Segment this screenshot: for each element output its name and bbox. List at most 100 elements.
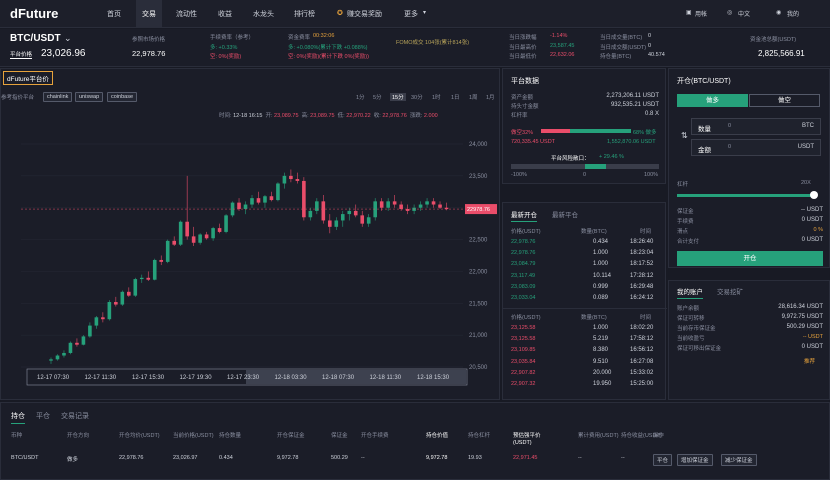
nav-rewards[interactable]: 赚交易奖励 bbox=[347, 9, 382, 19]
nav-home[interactable]: 首页 bbox=[107, 9, 121, 19]
nav-trade[interactable]: 交易 bbox=[142, 9, 156, 19]
interval-0[interactable]: 1分 bbox=[356, 93, 365, 101]
interval-6[interactable]: 1周 bbox=[469, 93, 478, 101]
amt-value: 0 bbox=[648, 43, 652, 49]
position-header: 操作 bbox=[653, 433, 665, 439]
platform-row-label: 杠杆率 bbox=[511, 113, 528, 119]
tab-history[interactable]: 交易记录 bbox=[61, 411, 89, 421]
candlestick-chart[interactable]: 24,00023,50023,00022,50022,00021,50021,0… bbox=[1, 119, 499, 399]
position-header: 币种 bbox=[11, 433, 23, 439]
nav-liquidity[interactable]: 流动性 bbox=[176, 9, 197, 19]
hdr-time: 时间 bbox=[640, 315, 652, 321]
candle-body bbox=[308, 210, 313, 218]
account-row-label: 账户余额 bbox=[677, 306, 700, 312]
candle-body bbox=[431, 201, 436, 205]
candle-body bbox=[191, 236, 196, 243]
platform-row: 杠杆率 0.8 X bbox=[503, 111, 667, 122]
trade-qty: 1.000 bbox=[593, 325, 609, 331]
source-uniswap[interactable]: uniswap bbox=[75, 92, 104, 102]
account-row-value: 500.29 USDT bbox=[786, 324, 823, 330]
tab-latest-close[interactable]: 最新平仓 bbox=[552, 209, 578, 219]
candle-body bbox=[178, 221, 183, 245]
change-value: -1.14% bbox=[550, 33, 568, 39]
order-info-row: 合计支付 0 USDT bbox=[669, 237, 830, 248]
short-label: 做空32% bbox=[511, 128, 533, 136]
hdr-price: 价格(USDT) bbox=[511, 229, 541, 235]
candle-body bbox=[204, 234, 209, 239]
leverage-slider[interactable] bbox=[677, 194, 817, 197]
reduce-margin-button[interactable]: 减少保证金 bbox=[721, 454, 757, 466]
candle-body bbox=[139, 277, 144, 280]
add-margin-button[interactable]: 增加保证金 bbox=[677, 454, 713, 466]
chevron-down-icon[interactable]: ⌄ bbox=[64, 33, 72, 44]
candle-body bbox=[269, 196, 274, 201]
candle-body bbox=[302, 180, 306, 218]
nav-apply[interactable]: 用帐 bbox=[695, 9, 707, 18]
nav-lang[interactable]: 中文 bbox=[738, 9, 750, 18]
candle-body bbox=[75, 342, 79, 345]
hdr-qty: 数量(BTC) bbox=[581, 315, 607, 321]
swap-icon[interactable]: ⇅ bbox=[681, 131, 688, 140]
amount-input[interactable]: 金额 0 USDT bbox=[691, 139, 821, 156]
candle-body bbox=[328, 220, 332, 227]
nav-faucet[interactable]: 水龙头 bbox=[253, 9, 274, 19]
chart-tab[interactable]: dFuture平台价 bbox=[3, 71, 53, 85]
hdr-time: 时间 bbox=[640, 229, 652, 235]
tab-my-account[interactable]: 我的账户 bbox=[677, 286, 703, 299]
interval-7[interactable]: 1月 bbox=[486, 93, 495, 101]
candle-body bbox=[379, 201, 384, 208]
ratio-bar bbox=[541, 129, 631, 133]
interval-2[interactable]: 15分 bbox=[390, 93, 406, 101]
nav-rank[interactable]: 排行榜 bbox=[294, 9, 315, 19]
leverage-value: 20X bbox=[801, 180, 811, 186]
source-chainlink[interactable]: chainlink bbox=[43, 92, 73, 102]
qty-input[interactable]: 数量 0 BTC bbox=[691, 118, 821, 135]
platform-row-value: 0.8 X bbox=[644, 111, 659, 117]
trade-row: 22,907.32 19.950 15:25:00 bbox=[503, 381, 667, 392]
candle-body bbox=[340, 214, 345, 221]
leverage-label: 杠杆 bbox=[677, 182, 689, 188]
nav-account[interactable]: 我的 bbox=[787, 9, 799, 18]
candle-body bbox=[360, 215, 365, 224]
interval-5[interactable]: 1日 bbox=[451, 93, 460, 101]
logo[interactable]: dFuture bbox=[10, 6, 58, 21]
open-position-button[interactable]: 开仓 bbox=[677, 251, 823, 266]
tab-mining[interactable]: 交易挖矿 bbox=[717, 286, 743, 296]
candle-body bbox=[256, 198, 261, 203]
y-tick: 23,500 bbox=[469, 174, 488, 180]
x-tick: 12-18 11:30 bbox=[370, 375, 402, 381]
tab-latest-open[interactable]: 最新开仓 bbox=[511, 209, 537, 222]
nav-more[interactable]: 更多 bbox=[404, 9, 418, 19]
amount-value[interactable]: 0 bbox=[728, 144, 731, 150]
leverage-handle[interactable] bbox=[810, 191, 819, 199]
interval-4[interactable]: 1时 bbox=[432, 93, 441, 101]
divider bbox=[503, 308, 667, 309]
tab-closed[interactable]: 平仓 bbox=[36, 411, 50, 421]
sell-tab[interactable]: 做空 bbox=[749, 94, 820, 107]
tab-positions[interactable]: 持仓 bbox=[11, 411, 25, 424]
trade-time: 16:24:12 bbox=[630, 295, 654, 301]
trade-qty: 0.434 bbox=[593, 239, 609, 245]
position-row[interactable]: BTC/USDT 做多 22,978.76 23,026.97 0.434 9,972.7… bbox=[1, 455, 641, 465]
risk-tick-min: -100% bbox=[511, 172, 527, 178]
candle-body bbox=[159, 259, 164, 262]
source-coinbase[interactable]: coinbase bbox=[107, 92, 138, 102]
pair-name[interactable]: BTC/USDT bbox=[10, 33, 61, 44]
nav-earn[interactable]: 收益 bbox=[218, 9, 232, 19]
close-position-button[interactable]: 平仓 bbox=[653, 454, 673, 466]
spot-label: 参照市场价格 bbox=[132, 37, 166, 43]
position-cell: 0.434 bbox=[219, 455, 233, 461]
referral-link[interactable]: 推荐 bbox=[804, 357, 815, 365]
funding-short: 空: 0%(奖励)(累计下跌 0%(奖励)) bbox=[288, 54, 369, 60]
interval-3[interactable]: 30分 bbox=[411, 93, 423, 101]
interval-1[interactable]: 5分 bbox=[373, 93, 382, 101]
buy-tab[interactable]: 做多 bbox=[677, 94, 748, 107]
account-row-value: 0 USDT bbox=[801, 344, 823, 350]
position-header: 累计费用(USDT) bbox=[578, 433, 619, 439]
qty-value[interactable]: 0 bbox=[728, 123, 731, 129]
candle-body bbox=[49, 359, 53, 361]
long-value: 1,552,870.06 USDT bbox=[607, 139, 656, 145]
pool-value: 2,825,566.91 bbox=[758, 49, 805, 58]
position-header: 开仓手续费 bbox=[361, 433, 389, 439]
position-header: 持仓数量 bbox=[219, 433, 242, 439]
